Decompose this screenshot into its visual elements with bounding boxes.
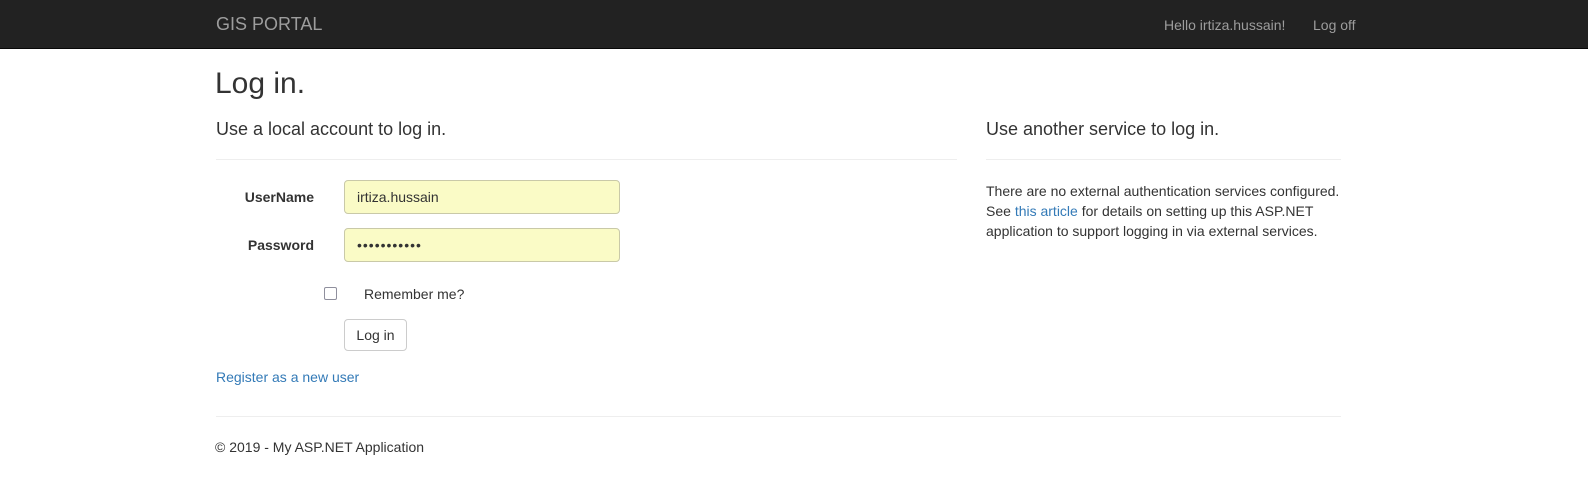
- logoff-link[interactable]: Log off: [1313, 16, 1356, 34]
- remember-me-checkbox[interactable]: [324, 287, 337, 300]
- footer-divider: [216, 416, 1341, 417]
- top-navbar: GIS PORTAL Hello irtiza.hussain! Log off: [0, 0, 1588, 49]
- register-link[interactable]: Register as a new user: [216, 368, 359, 386]
- login-button[interactable]: Log in: [344, 319, 407, 351]
- local-account-heading: Use a local account to log in.: [216, 119, 447, 139]
- password-input[interactable]: •••••••••••: [344, 228, 620, 262]
- username-input[interactable]: [344, 180, 620, 214]
- password-label: Password: [247, 237, 314, 253]
- external-section-divider: [986, 159, 1341, 160]
- local-section-divider: [216, 159, 957, 160]
- external-auth-message: There are no external authentication ser…: [986, 181, 1346, 241]
- username-label: UserName: [244, 189, 314, 205]
- user-greeting-link[interactable]: Hello irtiza.hussain!: [1164, 16, 1285, 34]
- footer-copyright: © 2019 - My ASP.NET Application: [215, 439, 425, 455]
- brand-link[interactable]: GIS PORTAL: [216, 14, 322, 34]
- page-title: Log in.: [215, 67, 306, 100]
- this-article-link[interactable]: this article: [1015, 203, 1078, 219]
- remember-me-label[interactable]: Remember me?: [364, 285, 464, 303]
- external-service-heading: Use another service to log in.: [986, 119, 1220, 139]
